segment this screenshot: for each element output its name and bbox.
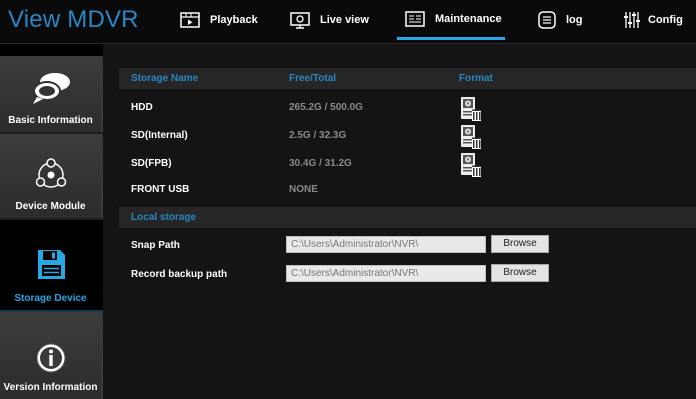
storage-row-value: 265.2G / 500.0G [289, 102, 363, 113]
tab-maintenance-label: Maintenance [435, 12, 502, 25]
maintenance-icon [405, 10, 425, 27]
chat-bubble-icon [29, 70, 73, 111]
tab-playback-label: Playback [210, 14, 258, 26]
tab-maintenance[interactable]: Maintenance [397, 0, 505, 40]
storage-row-value: 30.4G / 31.2G [289, 158, 352, 169]
snap-path-label: Snap Path [131, 240, 180, 251]
module-icon [33, 158, 69, 195]
local-storage-title: Local storage [131, 212, 197, 223]
tab-live-view-label: Live view [320, 14, 369, 26]
floppy-disk-icon [35, 248, 67, 287]
storage-row-name: HDD [131, 102, 153, 113]
format-disk-icon[interactable] [460, 96, 482, 122]
column-header-free-total: Free/Total [289, 73, 337, 84]
snap-browse-button[interactable]: Browse [491, 235, 549, 253]
format-disk-icon[interactable] [460, 124, 482, 150]
column-header-format: Format [459, 73, 493, 84]
config-icon [624, 11, 640, 29]
storage-panel: Storage Name Free/Total Format HDD 265.2… [103, 44, 696, 399]
top-nav-bar: View MDVR Playback Live view Maintenance… [0, 0, 696, 44]
record-backup-path-label: Record backup path [131, 269, 228, 280]
log-icon [538, 11, 556, 29]
format-disk-icon[interactable] [460, 152, 482, 178]
storage-row-value: 2.5G / 32.3G [289, 130, 347, 141]
storage-row-value: NONE [289, 184, 318, 195]
storage-row-name: SD(FPB) [131, 158, 172, 169]
app-title: View MDVR [8, 6, 139, 33]
tab-config-label: Config [648, 14, 683, 26]
record-backup-path-input[interactable] [286, 265, 486, 282]
tab-log[interactable]: log [538, 0, 583, 40]
live-view-icon [290, 11, 310, 29]
snap-path-input[interactable] [286, 236, 486, 253]
sidebar-item-label: Version Information [3, 382, 98, 393]
local-storage-header: Local storage [119, 207, 696, 228]
column-header-storage-name: Storage Name [131, 73, 199, 84]
playback-icon [180, 12, 200, 28]
sidebar-item-storage-device[interactable]: Storage Device [0, 220, 103, 310]
sidebar: Basic Information Device Module Storage … [0, 44, 103, 399]
tab-log-label: log [566, 14, 583, 26]
storage-row-name: FRONT USB [131, 184, 190, 195]
sidebar-item-label: Basic Information [8, 115, 93, 126]
info-icon [35, 342, 67, 379]
tab-config[interactable]: Config [624, 0, 683, 40]
sidebar-item-version-information[interactable]: Version Information [0, 312, 103, 399]
tab-playback[interactable]: Playback [180, 0, 258, 40]
sidebar-item-label: Storage Device [14, 293, 87, 304]
storage-table-header: Storage Name Free/Total Format [119, 68, 696, 89]
sidebar-item-label: Device Module [15, 201, 86, 212]
sidebar-item-device-module[interactable]: Device Module [0, 134, 103, 218]
sidebar-item-basic-information[interactable]: Basic Information [0, 56, 103, 132]
record-browse-button[interactable]: Browse [491, 264, 549, 282]
storage-row-name: SD(Internal) [131, 130, 188, 141]
tab-live-view[interactable]: Live view [290, 0, 369, 40]
